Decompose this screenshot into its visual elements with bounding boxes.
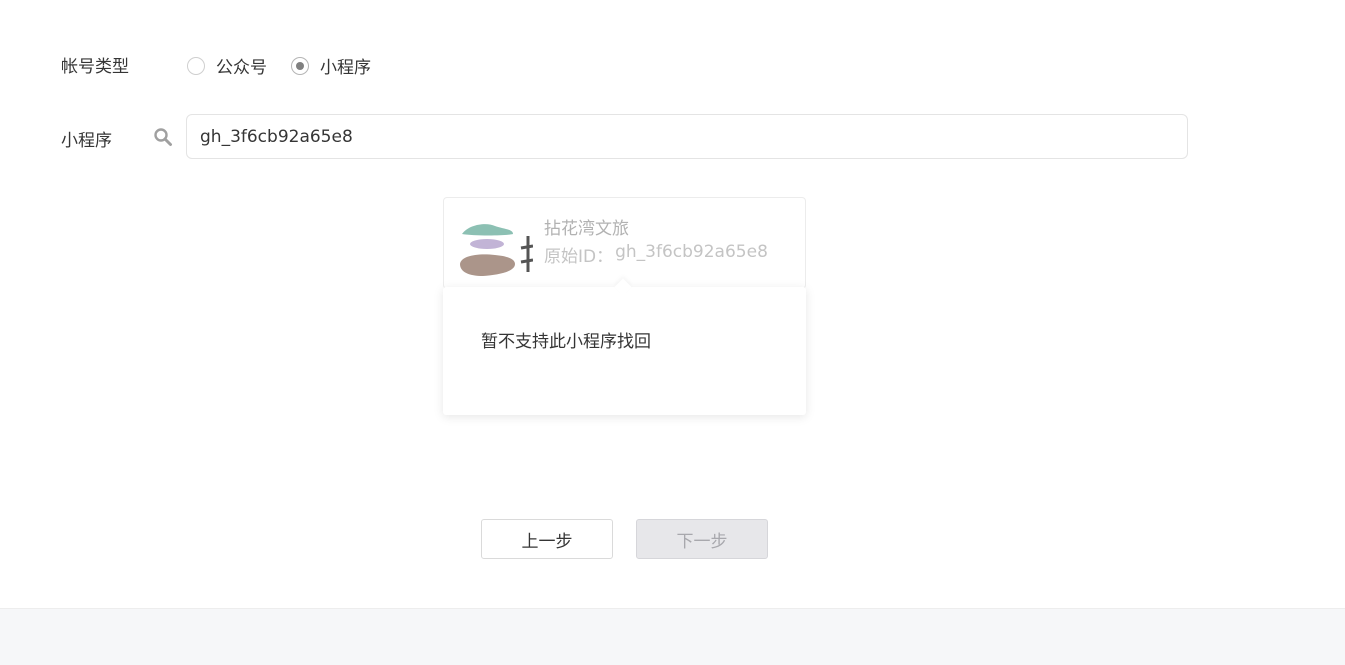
popover-message: 暂不支持此小程序找回 (481, 332, 651, 352)
app-name: 拈花湾文旅 (544, 219, 629, 239)
search-icon (154, 128, 172, 146)
next-step-button[interactable]: 下一步 (636, 519, 768, 559)
radio-miniprogram[interactable]: 小程序 (291, 53, 371, 78)
app-original-id-value: gh_3f6cb92a65e8 (615, 242, 768, 262)
miniprogram-result-card[interactable]: 拈花湾文旅 原始ID： gh_3f6cb92a65e8 (443, 197, 806, 289)
radio-miniprogram-label: 小程序 (320, 58, 371, 78)
radio-official-account[interactable]: 公众号 (187, 53, 267, 78)
miniprogram-search-input[interactable] (186, 114, 1188, 159)
radio-official-account-label: 公众号 (216, 58, 267, 78)
page-footer (0, 608, 1345, 665)
unsupported-popover: 暂不支持此小程序找回 (443, 287, 806, 415)
app-original-id: 原始ID： gh_3f6cb92a65e8 (544, 242, 768, 267)
miniprogram-label: 小程序 (61, 131, 112, 151)
recovery-form: 帐号类型 公众号 小程序 小程序 拈花湾文旅 原始ID： gh_3f6cb92a… (0, 0, 1345, 608)
prev-step-button[interactable]: 上一步 (481, 519, 613, 559)
app-original-id-label: 原始ID： (544, 247, 614, 267)
app-logo (460, 224, 533, 276)
radio-checked-icon[interactable] (291, 56, 309, 75)
account-type-label: 帐号类型 (61, 57, 129, 77)
radio-circle-icon[interactable] (187, 56, 205, 75)
